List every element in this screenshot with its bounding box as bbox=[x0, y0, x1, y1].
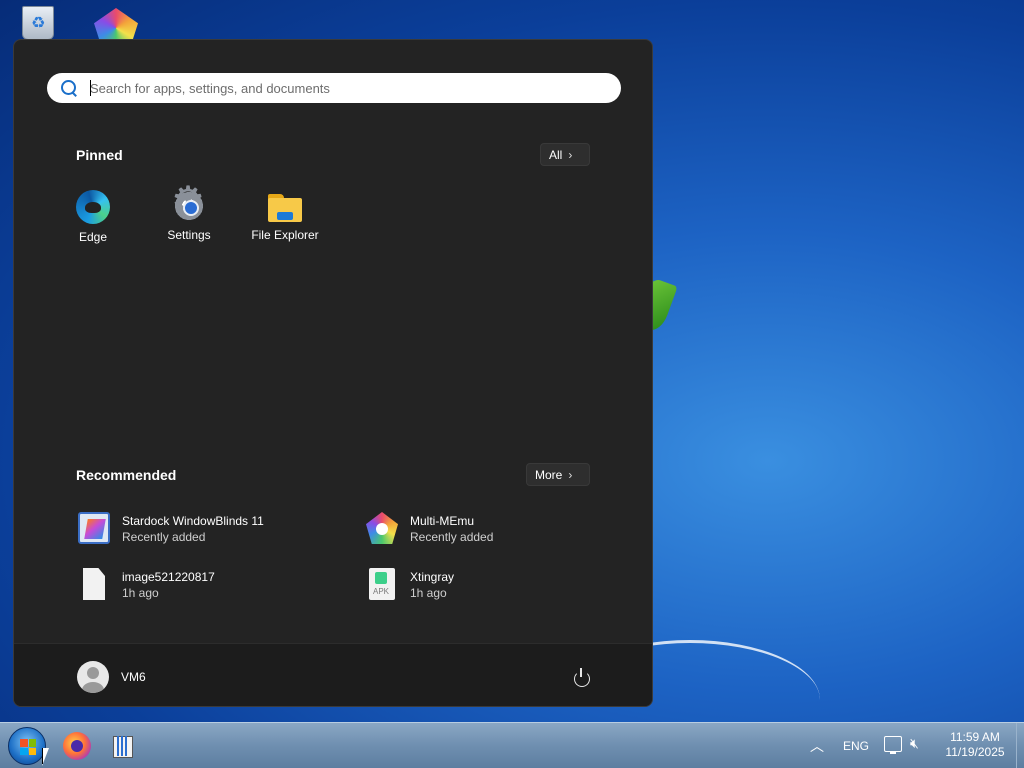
recommended-item-name: Multi-MEmu bbox=[410, 514, 475, 528]
folder-icon bbox=[268, 194, 302, 222]
recommended-item-subtitle: Recently added bbox=[410, 530, 494, 544]
memu-desktop-icon[interactable] bbox=[92, 6, 140, 48]
clock[interactable]: 11:59 AM 11/19/2025 bbox=[940, 730, 1010, 760]
show-desktop-button[interactable] bbox=[1016, 723, 1024, 768]
apk-file-icon bbox=[369, 568, 395, 600]
recommended-item-subtitle: 1h ago bbox=[122, 586, 159, 600]
network-icon[interactable] bbox=[884, 736, 902, 754]
recommended-item-image-file[interactable]: image521220817 1h ago bbox=[78, 564, 328, 604]
start-menu-footer: VM6 bbox=[14, 643, 652, 706]
user-name[interactable]: VM6 bbox=[121, 670, 146, 684]
chevron-right-icon: › bbox=[568, 147, 573, 162]
pinned-app-label: Settings bbox=[167, 228, 211, 242]
taskbar: ︿ ENG 🔇︎ 11:59 AM 11/19/2025 bbox=[0, 722, 1024, 768]
recommended-item-subtitle: 1h ago bbox=[410, 586, 447, 600]
recommended-item-xtingray[interactable]: Xtingray 1h ago bbox=[366, 564, 616, 604]
more-recommended-button[interactable]: More › bbox=[526, 463, 590, 486]
windows-logo-icon bbox=[20, 739, 36, 755]
recommended-item-subtitle: Recently added bbox=[122, 530, 206, 544]
chevron-right-icon: › bbox=[568, 467, 573, 482]
search-icon bbox=[60, 79, 78, 97]
recommended-title: Recommended bbox=[76, 467, 177, 483]
text-caret bbox=[90, 80, 91, 96]
edge-icon bbox=[76, 190, 110, 224]
user-avatar[interactable] bbox=[77, 661, 109, 693]
recommended-item-name: Xtingray bbox=[410, 570, 455, 584]
show-hidden-icons-chevron-icon[interactable]: ︿ bbox=[808, 736, 826, 754]
book-app-icon[interactable] bbox=[108, 732, 136, 760]
file-icon bbox=[83, 568, 105, 600]
firefox-icon[interactable] bbox=[63, 732, 91, 760]
clock-time: 11:59 AM bbox=[950, 730, 1000, 744]
windowblinds-icon bbox=[78, 512, 110, 544]
clock-date: 11/19/2025 bbox=[945, 745, 1005, 759]
mouse-pointer-icon bbox=[42, 748, 49, 766]
recycle-bin-desktop-icon[interactable] bbox=[18, 6, 66, 42]
start-button[interactable] bbox=[8, 727, 46, 765]
pinned-app-settings[interactable]: Settings bbox=[144, 182, 234, 250]
recommended-item-multi-memu[interactable]: Multi-MEmu Recently added bbox=[366, 508, 616, 548]
pinned-app-edge[interactable]: Edge bbox=[48, 190, 138, 250]
pinned-app-label: Edge bbox=[78, 230, 108, 244]
pinned-app-label: File Explorer bbox=[251, 228, 319, 242]
more-label: More bbox=[535, 467, 563, 482]
recommended-item-name: Stardock WindowBlinds 11 bbox=[122, 514, 264, 528]
recommended-item-name: image521220817 bbox=[122, 570, 215, 584]
recommended-item-windowblinds[interactable]: Stardock WindowBlinds 11 Recently added bbox=[78, 508, 328, 548]
pinned-app-file-explorer[interactable]: File Explorer bbox=[240, 190, 330, 250]
search-input[interactable] bbox=[90, 80, 590, 96]
volume-muted-icon[interactable]: 🔇︎ bbox=[910, 735, 930, 755]
all-apps-label: All bbox=[549, 147, 563, 162]
start-menu: Pinned All › Edge Settings File Explorer… bbox=[13, 39, 653, 707]
pinned-title: Pinned bbox=[76, 147, 123, 163]
power-icon[interactable] bbox=[570, 666, 592, 688]
memu-icon bbox=[366, 512, 398, 544]
all-apps-button[interactable]: All › bbox=[540, 143, 590, 166]
input-language-indicator[interactable]: ENG bbox=[843, 739, 869, 753]
search-box[interactable] bbox=[47, 73, 621, 103]
settings-gear-icon bbox=[171, 182, 205, 222]
